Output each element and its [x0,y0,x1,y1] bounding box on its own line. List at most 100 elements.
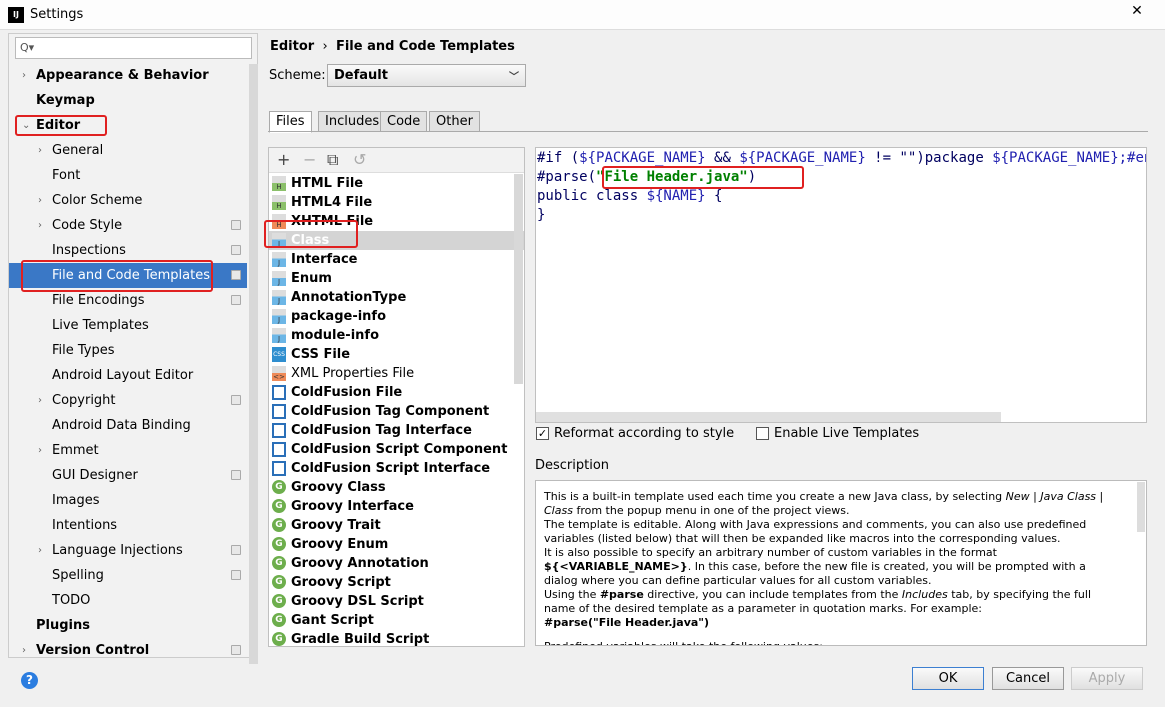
code-token: { [705,188,723,204]
template-item[interactable]: ColdFusion Tag Component [269,402,524,421]
reformat-label: Reformat according to style [554,426,735,441]
template-item[interactable]: G Groovy Script [269,573,524,592]
x-file-icon: <> [272,366,286,381]
cf-file-icon [272,442,286,457]
g-file-icon: G [272,537,286,551]
search-input[interactable]: Q▾ [15,37,252,59]
template-item[interactable]: G Groovy Class [269,478,524,497]
template-item[interactable]: J Enum [269,269,524,288]
template-item[interactable]: G Groovy Interface [269,497,524,516]
project-copy-icon [231,545,241,555]
sidebar-item-todo[interactable]: TODO [9,588,247,613]
sidebar-item-file-types[interactable]: File Types [9,338,247,363]
template-item[interactable]: CSS CSS File [269,345,524,364]
project-copy-icon [231,470,241,480]
sidebar-scrollbar[interactable] [249,64,258,664]
template-name: Enum [291,271,332,286]
sidebar-item-version-control[interactable]: › Version Control [9,638,247,663]
sidebar-item-appearance-behavior[interactable]: › Appearance & Behavior [9,63,247,88]
highlight-parse [602,166,804,189]
template-item[interactable]: ColdFusion Script Interface [269,459,524,478]
template-item[interactable]: H HTML4 File [269,193,524,212]
sidebar-item-keymap[interactable]: Keymap [9,88,247,113]
template-item[interactable]: J AnnotationType [269,288,524,307]
sidebar-item-label: TODO [52,593,91,608]
code-token: ${PACKAGE_NAME} [579,150,706,166]
tab-files[interactable]: Files [269,111,312,133]
template-item[interactable]: <> XML Properties File [269,364,524,383]
sidebar-item-label: Appearance & Behavior [36,68,209,83]
template-name: ColdFusion Tag Component [291,404,490,419]
g-file-icon: G [272,556,286,570]
template-item[interactable]: J Interface [269,250,524,269]
sidebar-item-label: Font [52,168,81,183]
g-file-icon: G [272,499,286,513]
template-name: Gant Script [291,613,374,628]
apply-button[interactable]: Apply [1071,667,1143,690]
chevron-icon[interactable]: › [38,538,42,563]
sidebar-item-images[interactable]: Images [9,488,247,513]
code-token: && [705,150,740,166]
template-name: module-info [291,328,380,343]
tab-code[interactable]: Code [380,111,428,132]
template-item[interactable]: H HTML File [269,174,524,193]
template-item[interactable]: G Groovy Annotation [269,554,524,573]
j-file-icon: J [272,252,286,267]
close-button[interactable]: ✕ [1117,0,1157,22]
sidebar-item-language-injections[interactable]: › Language Injections [9,538,247,563]
sidebar-item-general[interactable]: › General [9,138,247,163]
template-item[interactable]: G Gant Script [269,611,524,630]
template-item[interactable]: G Groovy DSL Script [269,592,524,611]
scheme-dropdown[interactable]: Default ﹀ [327,64,526,87]
editor-hscrollbar[interactable] [536,412,1001,422]
template-item[interactable]: ColdFusion Script Component [269,440,524,459]
remove-icon[interactable]: − [303,150,316,169]
checkbox-box[interactable] [756,427,769,440]
sidebar-item-color-scheme[interactable]: › Color Scheme [9,188,247,213]
sidebar-item-gui-designer[interactable]: GUI Designer [9,463,247,488]
code-token: != "")package [865,150,993,166]
sidebar-item-live-templates[interactable]: Live Templates [9,313,247,338]
list-scrollbar[interactable] [514,174,523,384]
sidebar-item-copyright[interactable]: › Copyright [9,388,247,413]
tab-other[interactable]: Other [429,111,480,132]
sidebar-item-code-style[interactable]: › Code Style [9,213,247,238]
breadcrumb-parent[interactable]: Editor [270,39,314,54]
chevron-icon[interactable]: › [38,188,42,213]
template-item[interactable]: Jmodule-info [269,326,524,345]
reset-icon[interactable]: ↺ [353,150,366,169]
chevron-icon[interactable]: › [38,138,42,163]
sidebar-item-android-layout-editor[interactable]: Android Layout Editor [9,363,247,388]
template-item[interactable]: ColdFusion File [269,383,524,402]
template-item[interactable]: G Groovy Trait [269,516,524,535]
add-icon[interactable]: + [277,150,290,169]
checkbox-box[interactable]: ✓ [536,427,549,440]
chevron-icon[interactable]: › [38,438,42,463]
chevron-icon[interactable]: › [38,213,42,238]
sidebar-item-intentions[interactable]: Intentions [9,513,247,538]
help-button[interactable]: ? [21,672,38,689]
copy-icon[interactable]: ⧉ [327,150,338,170]
sidebar-item-label: Language Injections [52,543,183,558]
chevron-icon[interactable]: › [38,388,42,413]
tab-includes[interactable]: Includes [318,111,387,132]
template-item[interactable]: ColdFusion Tag Interface [269,421,524,440]
sidebar-item-plugins[interactable]: Plugins [9,613,247,638]
sidebar-item-emmet[interactable]: › Emmet [9,438,247,463]
ok-button[interactable]: OK [912,667,984,690]
chevron-icon[interactable]: › [22,638,26,663]
description-scrollbar[interactable] [1137,482,1145,532]
template-item[interactable]: Jpackage-info [269,307,524,326]
sidebar-item-android-data-binding[interactable]: Android Data Binding [9,413,247,438]
cancel-button[interactable]: Cancel [992,667,1064,690]
sidebar-item-label: Keymap [36,93,95,108]
template-name: HTML File [291,176,364,191]
template-item[interactable]: G Gradle Build Script [269,630,524,646]
chevron-icon[interactable]: › [22,63,26,88]
template-item[interactable]: G Groovy Enum [269,535,524,554]
highlight-class [264,220,358,248]
project-copy-icon [231,245,241,255]
sidebar-item-spelling[interactable]: Spelling [9,563,247,588]
sidebar-item-font[interactable]: Font [9,163,247,188]
sidebar-item-label: Live Templates [52,318,149,333]
